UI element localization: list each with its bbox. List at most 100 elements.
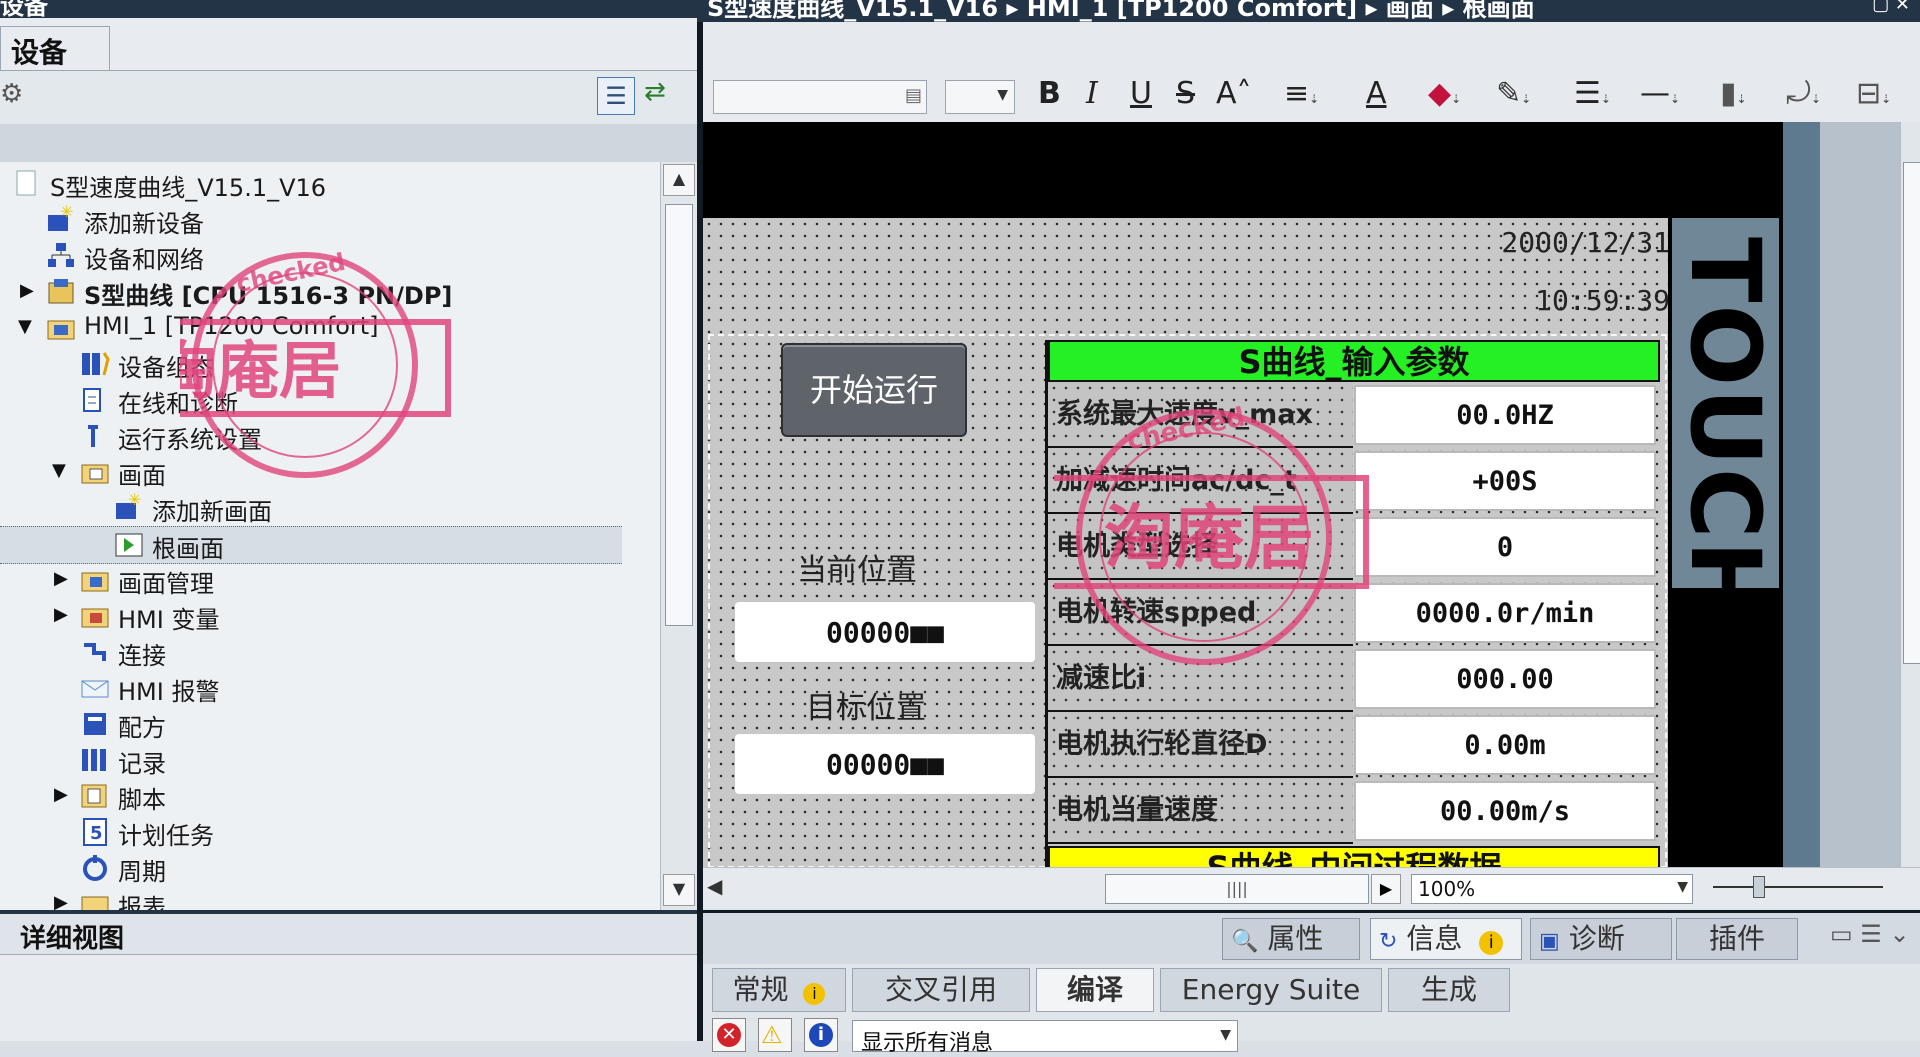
- breadcrumb: S型速度曲线_V15.1_V16 ▸ HMI_1 [TP1200 Comfort…: [707, 0, 1535, 22]
- param-value-field[interactable]: +00S: [1354, 451, 1656, 511]
- line-color-icon[interactable]: ✎⇣: [1496, 76, 1531, 116]
- tree-item-online-diagnostics[interactable]: 在线和诊断: [0, 382, 660, 418]
- tree-item-add-screen[interactable]: ✳ 添加新画面: [0, 490, 660, 526]
- tree-item-hmi[interactable]: ▼ HMI_1 [TP1200 Comfort]: [0, 310, 660, 346]
- tree-item-cpu[interactable]: ▶ S型曲线 [CPU 1516-3 PN/DP]: [0, 274, 660, 310]
- target-position-value: 00000■■: [825, 748, 944, 781]
- tree-item-devices-networks[interactable]: 设备和网络: [0, 238, 660, 274]
- tab-general-label: 常规: [732, 973, 789, 1006]
- scroll-up-button[interactable]: ▲: [663, 164, 695, 196]
- rotate-icon[interactable]: ⤾⇣: [1786, 76, 1821, 116]
- underline-button[interactable]: U: [1130, 76, 1152, 116]
- expand-right-icon[interactable]: ▶: [54, 784, 68, 805]
- current-position-label: 当前位置: [797, 553, 917, 588]
- zoom-combo[interactable]: 100% ▼: [1411, 874, 1693, 904]
- tree-item-hmi-tags[interactable]: ▶ HMI 变量: [0, 598, 660, 634]
- param-value-field[interactable]: 00.0HZ: [1354, 385, 1656, 445]
- report-icon: [80, 889, 110, 910]
- line-width-icon[interactable]: ☰⇣: [1574, 76, 1611, 116]
- tree-item-runtime-settings[interactable]: 运行系统设置: [0, 418, 660, 454]
- tab-generate[interactable]: 生成: [1388, 968, 1510, 1012]
- tree-item-recipes[interactable]: 配方: [0, 706, 660, 742]
- window-layout-icon[interactable]: ▭ ☰ ⌄: [1830, 920, 1910, 948]
- devices-tab[interactable]: 设备: [0, 26, 110, 71]
- tab-properties[interactable]: 🔍 属性: [1222, 918, 1360, 960]
- expand-right-icon[interactable]: ▶: [54, 892, 68, 910]
- expand-down-icon[interactable]: ▼: [18, 316, 32, 337]
- scroll-thumb[interactable]: [665, 204, 693, 626]
- scroll-right-button[interactable]: ▶: [1371, 874, 1401, 904]
- svg-text:✳: ✳: [128, 493, 141, 509]
- param-label: 电机当量速度: [1048, 778, 1353, 844]
- tree-item-scripts[interactable]: ▶ 脚本: [0, 778, 660, 814]
- bold-button[interactable]: B: [1038, 76, 1061, 116]
- scroll-down-button[interactable]: ▼: [663, 874, 695, 906]
- project-icon: [14, 169, 44, 199]
- list-view-icon[interactable]: ☰: [597, 77, 635, 115]
- start-button[interactable]: 开始运行: [781, 343, 967, 437]
- tree-item-screen-management[interactable]: ▶ 画面管理: [0, 562, 660, 598]
- tab-cross-reference[interactable]: 交叉引用: [852, 968, 1030, 1012]
- expand-down-icon[interactable]: ▼: [52, 460, 66, 481]
- current-position-field[interactable]: 00000■■: [735, 602, 1035, 662]
- tree-scrollbar[interactable]: ▲ ▼: [660, 162, 697, 910]
- error-icon: ✕: [717, 1023, 741, 1047]
- tab-general[interactable]: 常规 i: [712, 968, 846, 1012]
- tree-label: S型曲线 [CPU 1516-3 PN/DP]: [84, 282, 453, 310]
- error-filter-icon[interactable]: ✕: [712, 1018, 746, 1052]
- param-value-field[interactable]: 0000.0r/min: [1354, 583, 1656, 643]
- tree-item-screens[interactable]: ▼ 画面: [0, 454, 660, 490]
- start-button-label: 开始运行: [809, 371, 938, 409]
- tree-label: 连接: [118, 642, 166, 670]
- italic-button[interactable]: I: [1086, 76, 1098, 116]
- target-position-field[interactable]: 00000■■: [735, 734, 1035, 794]
- font-size-increase-button[interactable]: A˄: [1216, 76, 1252, 116]
- tree-item-connections[interactable]: 连接: [0, 634, 660, 670]
- tab-diagnostics[interactable]: ▣ 诊断: [1530, 918, 1672, 960]
- info-filter-icon[interactable]: i: [804, 1018, 838, 1052]
- warning-icon: ⚠: [761, 1021, 783, 1049]
- expand-right-icon[interactable]: ▶: [20, 280, 34, 301]
- tree-item-cycles[interactable]: 周期: [0, 850, 660, 886]
- font-color-button[interactable]: A: [1366, 76, 1387, 116]
- tab-energy-suite-label: Energy Suite: [1181, 973, 1361, 1006]
- tab-compile[interactable]: 编译: [1036, 968, 1154, 1012]
- expand-right-icon[interactable]: ▶: [54, 568, 68, 589]
- tree-item-logs[interactable]: 记录: [0, 742, 660, 778]
- gear-icon[interactable]: ⚙: [0, 79, 23, 109]
- shadow-icon[interactable]: ▮⇣: [1720, 76, 1747, 116]
- fill-color-icon[interactable]: ◆⇣: [1428, 76, 1461, 116]
- horizontal-scroll-thumb[interactable]: ||||: [1105, 874, 1369, 904]
- zoom-slider[interactable]: [1713, 876, 1883, 898]
- param-value-field[interactable]: 00.00m/s: [1354, 781, 1656, 841]
- zoom-slider-handle[interactable]: [1753, 876, 1765, 898]
- tab-energy-suite[interactable]: Energy Suite: [1160, 968, 1382, 1012]
- window-controls-icon[interactable]: ▢ ✕: [1872, 0, 1910, 15]
- align-icon[interactable]: ⊟⇣: [1856, 76, 1891, 116]
- scroll-thumb[interactable]: [1903, 162, 1920, 664]
- tree-item-add-device[interactable]: ✳ 添加新设备: [0, 202, 660, 238]
- tab-plugins[interactable]: 插件: [1676, 918, 1798, 960]
- warning-filter-icon[interactable]: ⚠: [758, 1018, 792, 1052]
- tree-item-project[interactable]: S型速度曲线_V15.1_V16: [0, 166, 660, 202]
- param-value-field[interactable]: 000.00: [1354, 649, 1656, 709]
- section-title: S曲线_输入参数: [1048, 340, 1660, 382]
- param-value-field[interactable]: 0: [1354, 517, 1656, 577]
- line-style-icon[interactable]: —⇣: [1640, 76, 1680, 116]
- scroll-left-button[interactable]: ◀: [707, 874, 722, 898]
- tree-item-reports[interactable]: ▶ 报表: [0, 886, 660, 910]
- tree-item-root-screen[interactable]: 根画面: [0, 526, 622, 564]
- tab-info[interactable]: ↻ 信息 i: [1370, 918, 1522, 960]
- expand-right-icon[interactable]: ▶: [54, 604, 68, 625]
- message-filter-select[interactable]: 显示所有消息 ▼: [852, 1020, 1238, 1056]
- param-value-field[interactable]: 0.00m: [1354, 715, 1656, 775]
- strikethrough-button[interactable]: S: [1176, 76, 1195, 116]
- tree-item-hmi-alarms[interactable]: HMI 报警: [0, 670, 660, 706]
- editor-vscrollbar[interactable]: [1900, 122, 1920, 867]
- font-size-combo[interactable]: ▼: [945, 80, 1015, 114]
- tree-item-device-config[interactable]: 设备组态: [0, 346, 660, 382]
- font-name-combo[interactable]: ▤: [713, 80, 927, 114]
- tree-item-scheduler[interactable]: 5 计划任务: [0, 814, 660, 850]
- align-left-icon[interactable]: ≡⇣: [1284, 76, 1319, 116]
- tree-refresh-icon[interactable]: ⇄: [644, 77, 666, 107]
